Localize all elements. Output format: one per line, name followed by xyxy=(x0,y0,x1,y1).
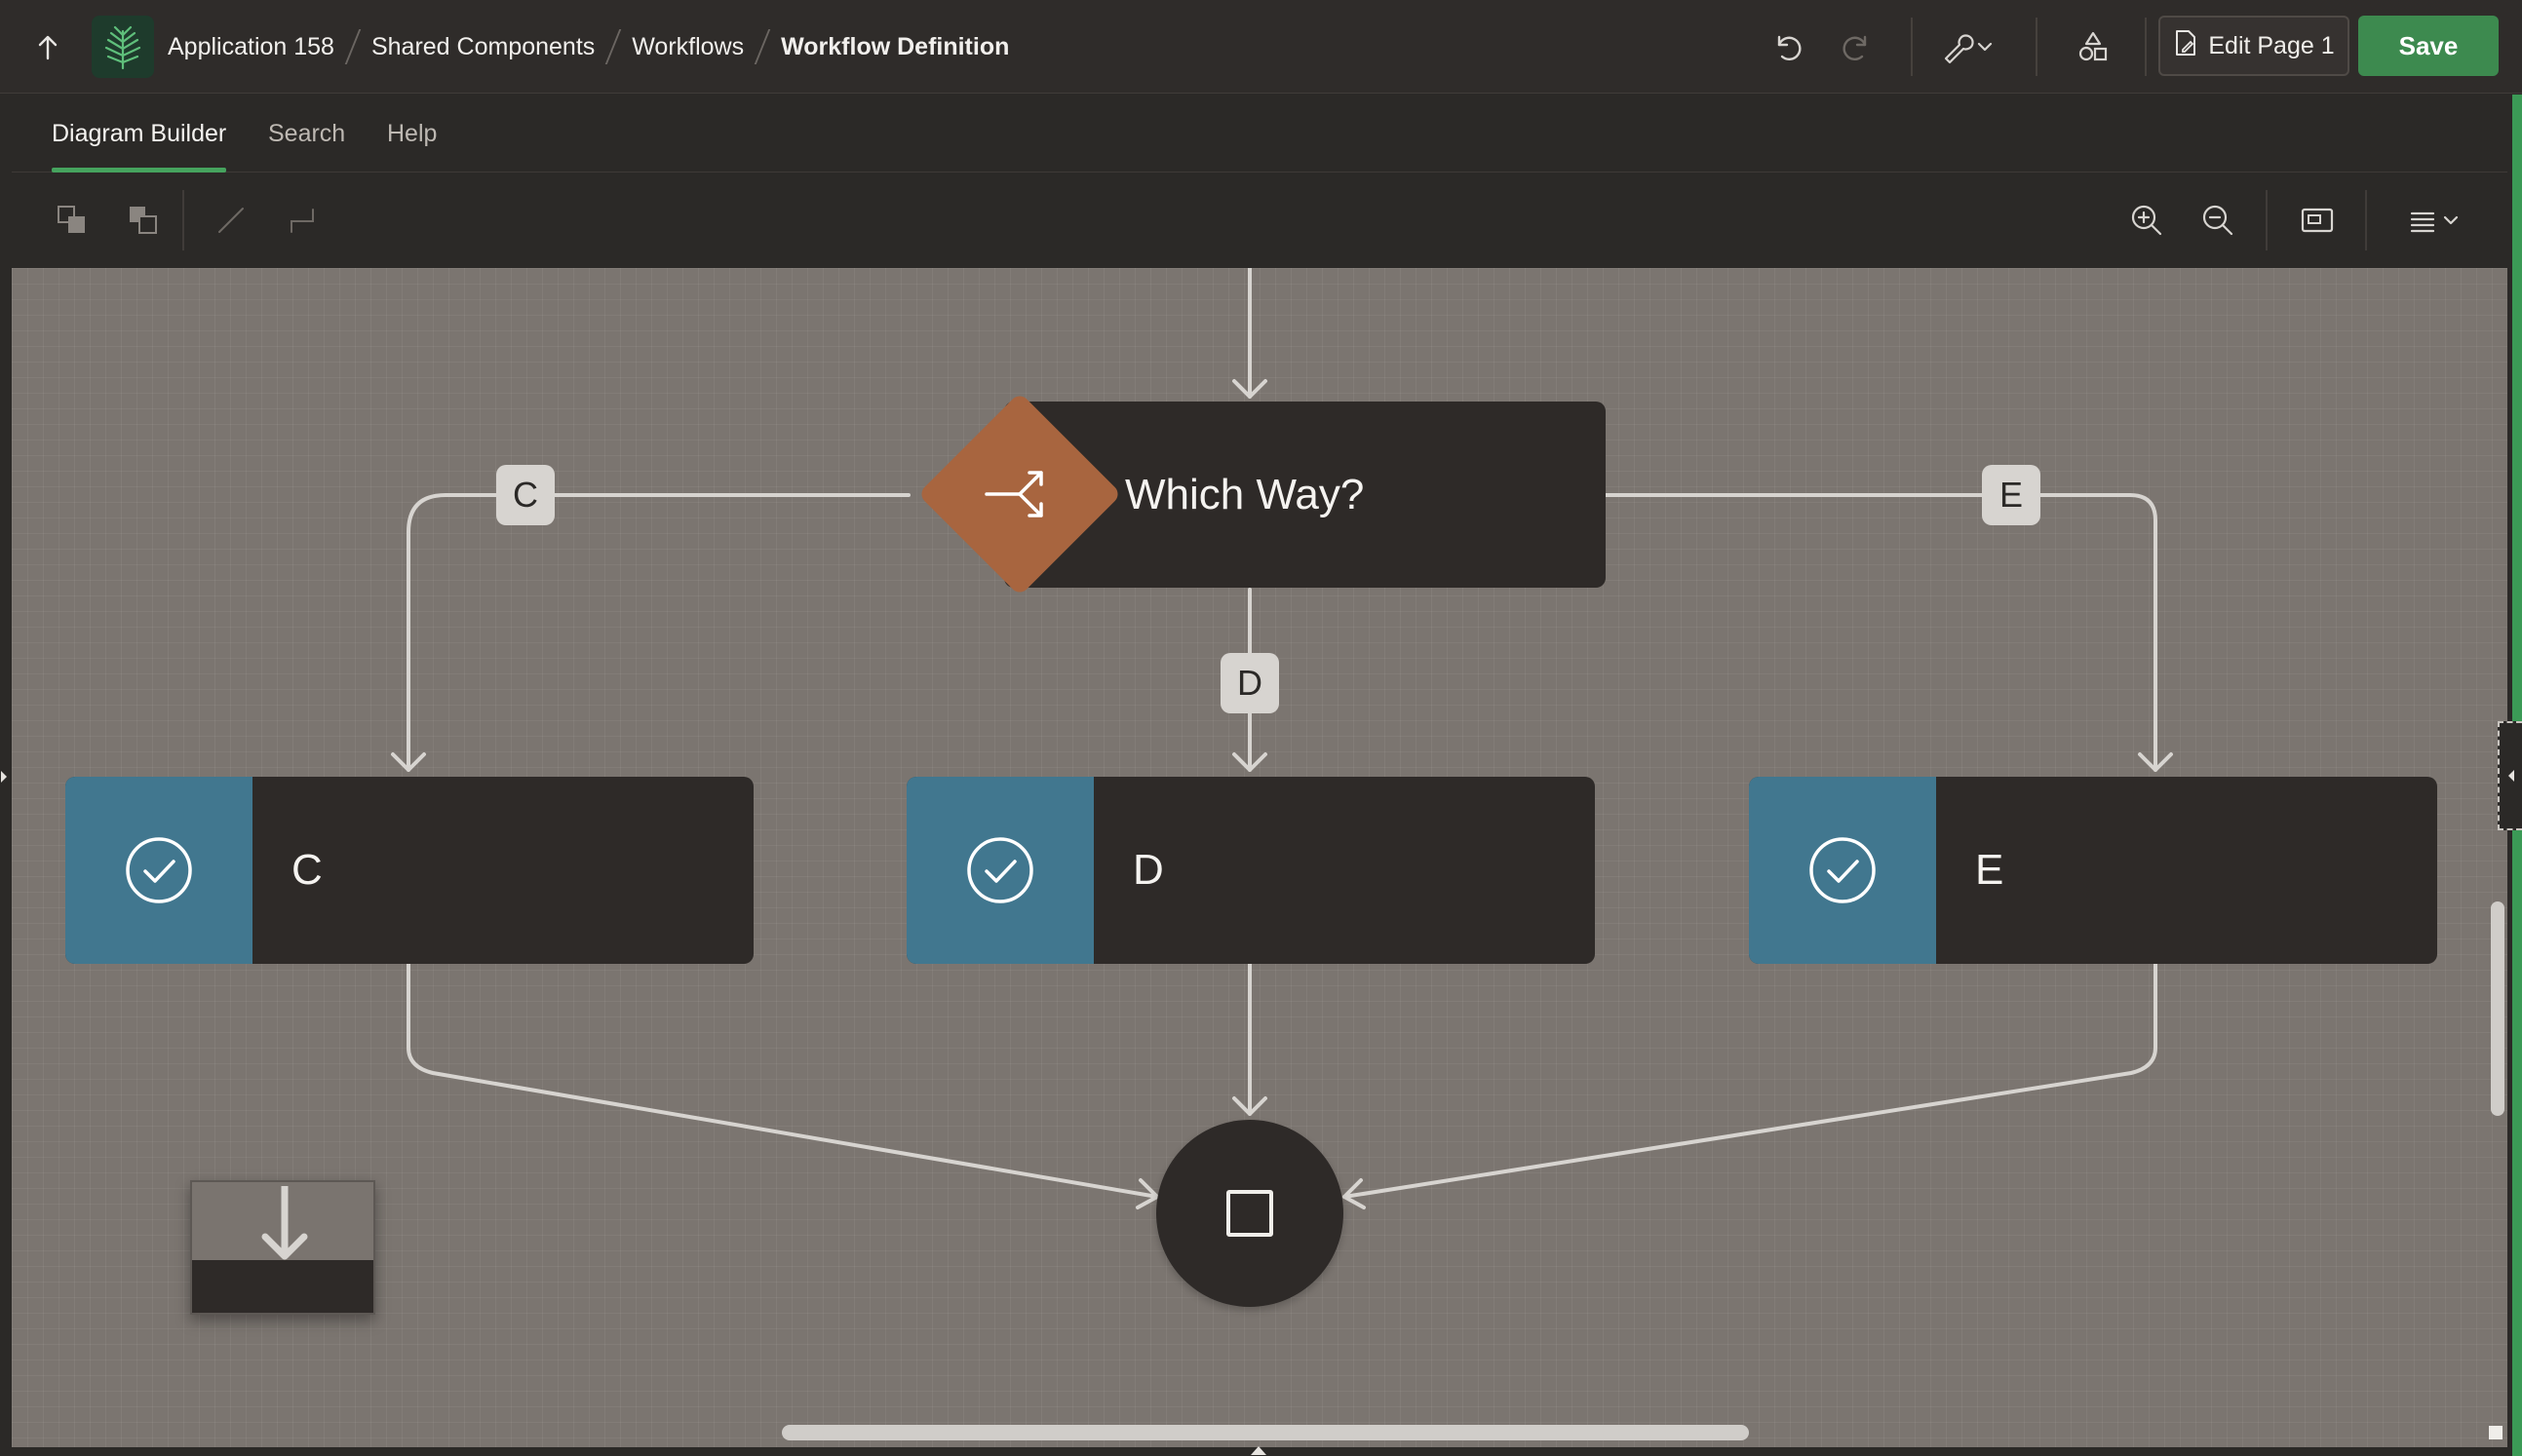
bring-forward-icon[interactable] xyxy=(48,196,97,245)
branch-label-c[interactable]: C xyxy=(496,465,555,525)
breadcrumb: Application 158 Shared Components Workfl… xyxy=(168,0,1009,94)
redo-icon[interactable] xyxy=(1833,21,1882,72)
fit-view-icon[interactable] xyxy=(2293,196,2342,245)
breadcrumb-separator xyxy=(344,29,362,64)
connector-decision-to-c xyxy=(407,493,911,772)
minimap-arrow-icon xyxy=(261,1186,308,1260)
orthogonal-connector-icon[interactable] xyxy=(278,196,327,245)
activity-label-e: E xyxy=(1975,846,2004,894)
decision-label: Which Way? xyxy=(1125,470,1365,518)
activity-label-c: C xyxy=(291,846,323,894)
chevron-left-icon xyxy=(2507,770,2514,782)
tab-search[interactable]: Search xyxy=(268,95,345,172)
save-button[interactable]: Save xyxy=(2358,16,2499,76)
bottom-panel-handle[interactable] xyxy=(1251,1446,1266,1455)
connector-c-to-end xyxy=(407,962,1159,1199)
send-backward-icon[interactable] xyxy=(119,196,168,245)
diagram-minimap[interactable] xyxy=(190,1180,375,1315)
activity-node-c[interactable]: C xyxy=(65,777,754,964)
branch-label-d[interactable]: D xyxy=(1221,653,1279,713)
connector-e-to-end xyxy=(1342,962,2157,1199)
connector-decision-to-e xyxy=(1604,493,2157,772)
straight-connector-icon[interactable] xyxy=(207,196,255,245)
breadcrumb-current-page: Workflow Definition xyxy=(781,32,1010,60)
minimap-viewport xyxy=(192,1260,373,1313)
switch-icon xyxy=(962,437,1077,552)
check-circle-icon xyxy=(1749,777,1936,964)
end-square-icon xyxy=(1226,1190,1273,1237)
end-node[interactable] xyxy=(1156,1120,1343,1307)
toolbar-divider xyxy=(182,190,184,250)
wrench-icon[interactable] xyxy=(1936,21,2004,72)
tab-bar: Diagram Builder Search Help xyxy=(12,95,2507,172)
resize-corner[interactable] xyxy=(2489,1426,2503,1439)
toolbar-divider xyxy=(2266,190,2268,250)
edit-page-label: Edit Page 1 xyxy=(2208,31,2335,59)
diagram-toolbar xyxy=(12,172,2507,268)
tab-diagram-builder[interactable]: Diagram Builder xyxy=(52,95,227,172)
branch-label-e[interactable]: E xyxy=(1982,465,2040,525)
toolbar-divider xyxy=(2365,190,2367,250)
zoom-out-icon[interactable] xyxy=(2193,196,2242,245)
zoom-in-icon[interactable] xyxy=(2122,196,2171,245)
undo-icon[interactable] xyxy=(1763,21,1811,72)
right-panel-handle[interactable] xyxy=(2498,721,2522,830)
chevron-right-icon xyxy=(1,771,7,783)
breadcrumb-application[interactable]: Application 158 xyxy=(168,33,334,61)
edit-page-button[interactable]: Edit Page 1 xyxy=(2158,16,2349,76)
menu-icon[interactable] xyxy=(2402,196,2472,245)
page-edit-icon xyxy=(2173,28,2198,64)
horizontal-scrollbar[interactable] xyxy=(782,1425,1749,1440)
activity-node-e[interactable]: E xyxy=(1749,777,2437,964)
breadcrumb-workflows[interactable]: Workflows xyxy=(632,33,744,61)
app-logo-icon[interactable] xyxy=(92,16,154,78)
arrow-up-icon[interactable] xyxy=(25,25,70,70)
header-divider xyxy=(2145,18,2147,76)
header-divider xyxy=(1911,18,1913,76)
breadcrumb-shared-components[interactable]: Shared Components xyxy=(371,33,595,61)
tab-help[interactable]: Help xyxy=(387,95,437,172)
app-header: Application 158 Shared Components Workfl… xyxy=(0,0,2522,94)
check-circle-icon xyxy=(907,777,1094,964)
check-circle-icon xyxy=(65,777,252,964)
breadcrumb-separator xyxy=(754,29,771,64)
shapes-icon[interactable] xyxy=(2069,21,2117,72)
breadcrumb-separator xyxy=(605,29,622,64)
diagram-canvas[interactable]: Which Way? C D E C D E xyxy=(12,268,2507,1447)
vertical-scrollbar[interactable] xyxy=(2491,901,2504,1116)
activity-node-d[interactable]: D xyxy=(907,777,1595,964)
left-panel-handle[interactable] xyxy=(0,762,10,791)
activity-label-d: D xyxy=(1133,846,1164,894)
header-divider xyxy=(2036,18,2037,76)
